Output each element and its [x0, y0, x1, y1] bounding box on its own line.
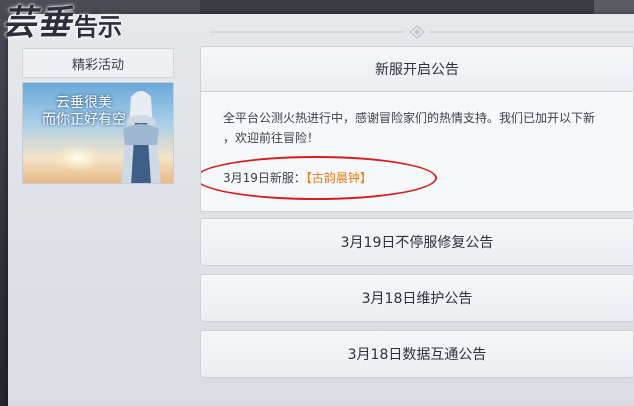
- banner-text-line1: 云垂很美: [56, 95, 112, 111]
- banner-text-line2: 而你正好有空: [42, 112, 126, 128]
- page-title-main: 芸垂: [2, 3, 72, 43]
- notice-item-label: 3月19日不停服修复公告: [340, 235, 494, 251]
- annotation-circle: [201, 156, 437, 200]
- notice-item-data-merge[interactable]: 3月18日数据互通公告: [200, 330, 634, 378]
- notice-body-line2: ，欢迎前往冒险！: [223, 131, 320, 145]
- notice-item-maintenance[interactable]: 3月18日维护公告: [200, 274, 634, 322]
- page-title: 芸垂 告示: [2, 0, 122, 44]
- notice-item-fix[interactable]: 3月19日不停服修复公告: [200, 218, 634, 266]
- banner-text: 云垂很美 而你正好有空: [29, 95, 139, 129]
- ornament-divider: [210, 25, 634, 39]
- notice-item-label: 3月18日维护公告: [361, 291, 473, 307]
- notice-list: 新服开启公告 全平台公测火热进行中，感谢冒险家们的热情支持。我们已加开以下新 ，…: [200, 46, 634, 406]
- notice-item-label: 3月18日数据互通公告: [347, 347, 487, 363]
- event-banner[interactable]: 云垂很美 而你正好有空: [22, 82, 174, 184]
- notice-header-new-server[interactable]: 新服开启公告: [200, 46, 634, 92]
- category-tab-label: 精彩活动: [71, 57, 124, 73]
- notice-title: 新服开启公告: [375, 62, 459, 78]
- banner-sun: [55, 145, 101, 171]
- notice-body-line1: 全平台公测火热进行中，感谢冒险家们的热情支持。我们已加开以下新: [223, 111, 596, 125]
- page-title-sub: 告示: [74, 12, 122, 41]
- notice-content: 全平台公测火热进行中，感谢冒险家们的热情支持。我们已加开以下新 ，欢迎前往冒险！…: [200, 92, 634, 212]
- category-tab-events[interactable]: 精彩活动: [22, 48, 174, 78]
- category-sidebar: 精彩活动 云垂很美 而你正好有空: [22, 48, 174, 184]
